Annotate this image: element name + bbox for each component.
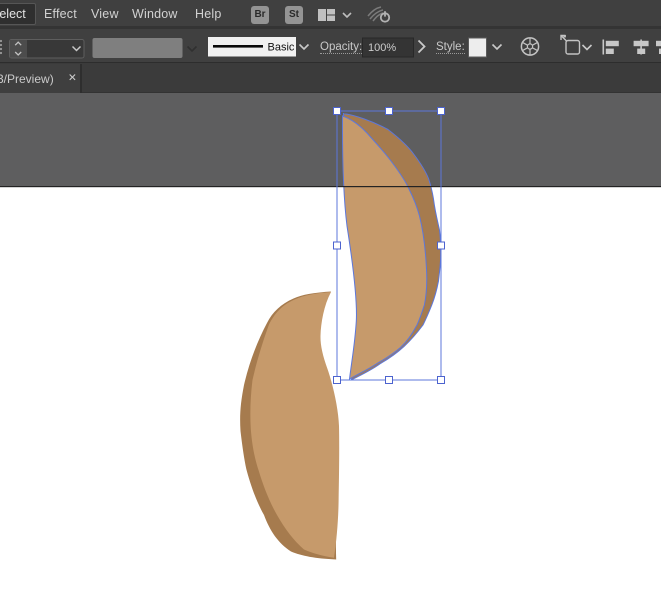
svg-text:Basic: Basic <box>268 41 295 53</box>
svg-text:100%: 100% <box>368 42 396 54</box>
